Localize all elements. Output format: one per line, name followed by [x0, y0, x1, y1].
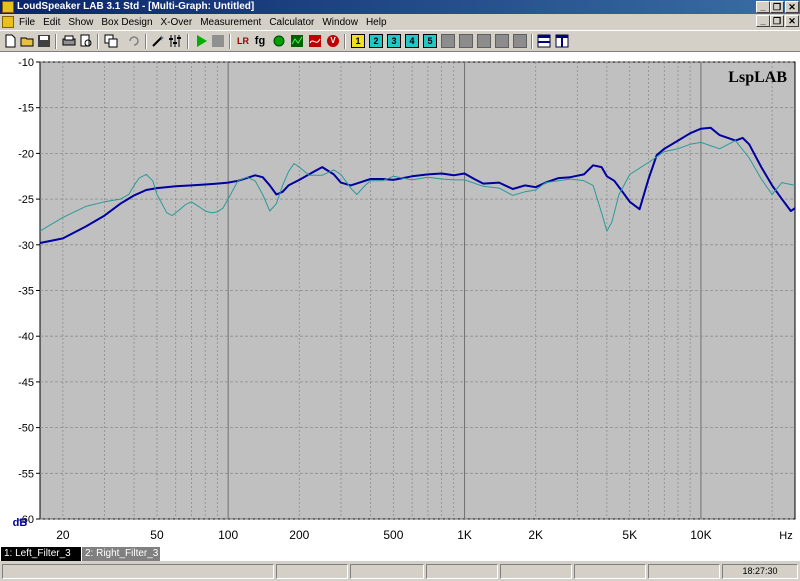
menu-items: File Edit Show Box Design X-Over Measurement C…: [16, 16, 392, 29]
green-circle-icon[interactable]: [272, 34, 286, 48]
y-tick-label: -25: [18, 194, 34, 206]
mdi-document-icon[interactable]: [2, 16, 14, 28]
menu-help[interactable]: Help: [363, 16, 390, 29]
status-panel-3: [350, 564, 424, 579]
y-tick-label: -45: [18, 377, 34, 389]
print-icon[interactable]: [62, 34, 76, 48]
status-panel-7: [648, 564, 720, 579]
horizontal-split-icon[interactable]: [537, 34, 551, 48]
chart-icon[interactable]: [308, 34, 322, 48]
y-tick-label: -35: [18, 286, 34, 298]
x-tick-label: 5K: [622, 528, 637, 542]
scope-icon[interactable]: [290, 34, 304, 48]
graph-tab-strip: 1: Left_Filter_3 2: Right_Filter_3: [0, 547, 800, 561]
menu-box-design[interactable]: Box Design: [98, 16, 155, 29]
undo-icon[interactable]: [127, 34, 141, 48]
status-bar: 18:27:30: [0, 561, 800, 581]
status-panel-4: [426, 564, 498, 579]
graph-slot-5-button[interactable]: 5: [423, 34, 437, 48]
graph-slot-1-button[interactable]: 1: [351, 34, 365, 48]
equalizer-icon[interactable]: [168, 34, 182, 48]
graph-slot-4-button[interactable]: 4: [405, 34, 419, 48]
menu-window[interactable]: Window: [319, 16, 361, 29]
graph-slot-2-button[interactable]: 2: [369, 34, 383, 48]
graph-slot-6-button[interactable]: [441, 34, 455, 48]
menu-bar: File Edit Show Box Design X-Over Measurement C…: [0, 14, 800, 30]
status-panel-6: [574, 564, 646, 579]
graph-slot-10-button[interactable]: [513, 34, 527, 48]
x-tick-label: 1K: [457, 528, 472, 542]
lr-icon[interactable]: LR: [236, 34, 250, 48]
graph-tab-1[interactable]: 1: Left_Filter_3: [1, 547, 81, 561]
menu-show[interactable]: Show: [65, 16, 96, 29]
y-tick-label: -30: [18, 240, 34, 252]
save-icon[interactable]: [37, 34, 51, 48]
x-tick-label: 20: [56, 528, 70, 542]
menu-edit[interactable]: Edit: [40, 16, 63, 29]
x-tick-label: 2K: [528, 528, 543, 542]
y-tick-label: -10: [18, 57, 34, 69]
x-tick-label: 100: [218, 528, 238, 542]
fg-icon[interactable]: fg: [253, 34, 267, 48]
menu-measurement[interactable]: Measurement: [197, 16, 264, 29]
app-icon[interactable]: [2, 1, 14, 13]
x-tick-label: 50: [150, 528, 164, 542]
v-icon[interactable]: V: [326, 34, 340, 48]
y-tick-label: -55: [18, 468, 34, 480]
x-tick-label: 10K: [690, 528, 711, 542]
restore-button[interactable]: ❐: [770, 1, 784, 13]
y-tick-label: -15: [18, 103, 34, 115]
open-folder-icon[interactable]: [20, 34, 34, 48]
x-axis-unit-label: Hz: [779, 530, 792, 542]
mdi-close-button[interactable]: ✕: [785, 15, 799, 27]
y-tick-label: -20: [18, 148, 34, 160]
stop-icon[interactable]: [211, 34, 225, 48]
wand-icon[interactable]: [151, 34, 165, 48]
status-time: 18:27:30: [722, 564, 798, 579]
v-icon-label: V: [330, 36, 336, 45]
print-preview-icon[interactable]: [79, 34, 93, 48]
y-tick-label: -40: [18, 331, 34, 343]
graph-tab-2[interactable]: 2: Right_Filter_3: [82, 547, 160, 561]
menu-file[interactable]: File: [16, 16, 38, 29]
toolbar: LR fg V 12345: [0, 30, 800, 52]
play-icon[interactable]: [194, 34, 208, 48]
graph-slot-8-button[interactable]: [477, 34, 491, 48]
graph-area[interactable]: -10 -15 -20 -25 -30 -35 -40 -45 -50 -55 -60 20 50 100…: [0, 52, 800, 547]
minimize-button[interactable]: _: [756, 1, 770, 13]
new-file-icon[interactable]: [3, 34, 17, 48]
graph-slot-9-button[interactable]: [495, 34, 509, 48]
mdi-restore-button[interactable]: ❐: [770, 15, 784, 27]
menu-x-over[interactable]: X-Over: [158, 16, 196, 29]
title-bar: LoudSpeaker LAB 3.1 Std - [Multi-Graph: …: [0, 0, 800, 14]
graph-slot-3-button[interactable]: 3: [387, 34, 401, 48]
lsplab-watermark: LspLAB: [728, 69, 787, 86]
status-panel-2: [276, 564, 348, 579]
x-tick-label: 200: [289, 528, 309, 542]
y-axis-unit-label: dB: [13, 517, 28, 529]
close-button[interactable]: ✕: [785, 1, 799, 13]
window-title: LoudSpeaker LAB 3.1 Std - [Multi-Graph: …: [17, 1, 255, 12]
mdi-minimize-button[interactable]: _: [756, 15, 770, 27]
menu-calculator[interactable]: Calculator: [266, 16, 317, 29]
vertical-split-icon[interactable]: [555, 34, 569, 48]
x-tick-label: 500: [383, 528, 403, 542]
frequency-response-chart[interactable]: -10-15-20-25-30-35-40-45-50-55-6020 50 100…: [0, 52, 800, 547]
y-tick-label: -50: [18, 423, 34, 435]
status-panel-5: [500, 564, 572, 579]
graph-slot-7-button[interactable]: [459, 34, 473, 48]
copy-icon[interactable]: [104, 34, 118, 48]
status-panel-main: [2, 564, 274, 579]
